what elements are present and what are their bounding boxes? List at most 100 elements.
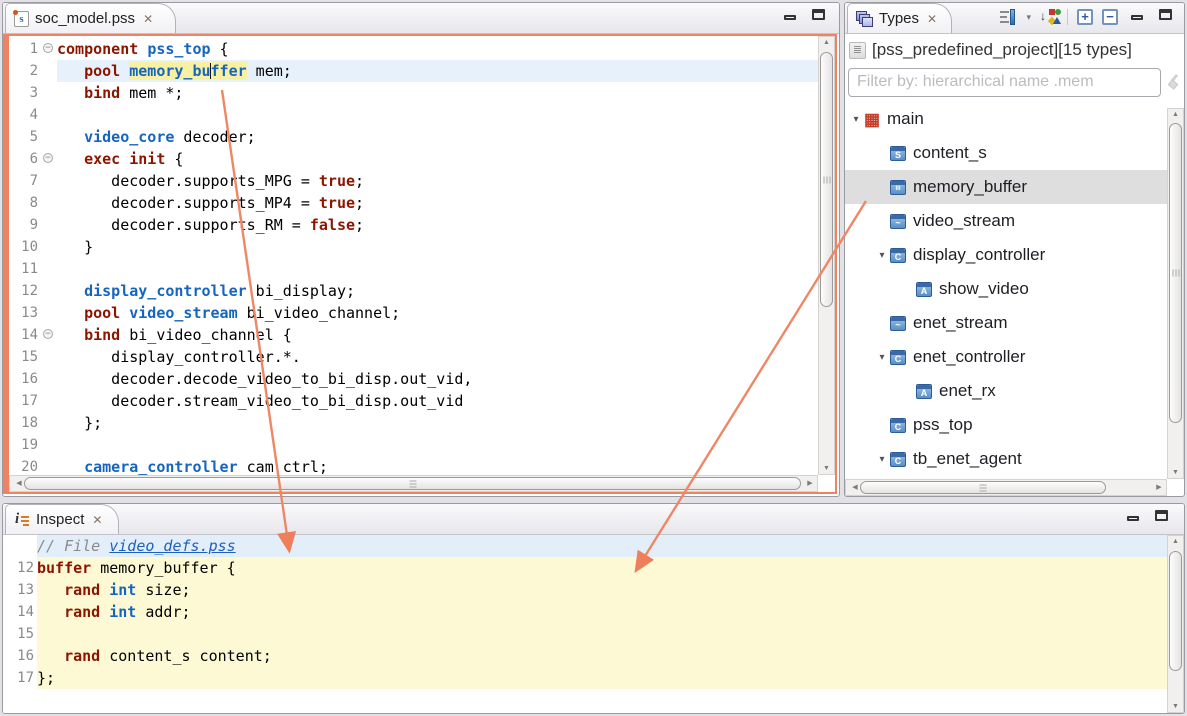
code-segment: bind: [84, 84, 120, 102]
inspect-file-line: // File video_defs.pss: [3, 535, 1167, 557]
types-vertical-scrollbar[interactable]: ▲ ▼: [1167, 108, 1184, 479]
fold-collapse-icon[interactable]: −: [43, 43, 53, 53]
scrollbar-thumb[interactable]: [820, 52, 833, 307]
editor-line: 6− exec init {: [9, 148, 818, 170]
types-horizontal-scrollbar[interactable]: ◀ ▶: [845, 479, 1167, 496]
scroll-up-icon[interactable]: ▲: [1168, 538, 1183, 545]
tree-item-show_video[interactable]: Ashow_video: [845, 272, 1167, 306]
code-segment: ;: [355, 194, 364, 212]
code-segment: [37, 647, 64, 665]
inspect-icon: i: [14, 512, 30, 528]
scroll-down-icon[interactable]: ▼: [819, 465, 834, 472]
tree-item-main[interactable]: ▾▦main: [845, 102, 1167, 136]
code-segment: decoder.supports_MP4 =: [57, 194, 319, 212]
code-text: decoder.stream_video_to_bi_disp.out_vid: [57, 390, 818, 412]
fold-column: [41, 170, 57, 192]
code-segment: ;: [355, 172, 364, 190]
editor-line: 1−component pss_top {: [9, 38, 818, 60]
tree-item-tb_enet_agent[interactable]: ▾Ctb_enet_agent: [845, 442, 1167, 476]
fold-column: −: [41, 38, 57, 60]
code-text: component pss_top {: [57, 38, 818, 60]
code-text: bind bi_video_channel {: [57, 324, 818, 346]
code-segment: mem;: [247, 62, 292, 80]
tree-item-display_controller[interactable]: ▾Cdisplay_controller: [845, 238, 1167, 272]
sort-grouping-icon[interactable]: [1040, 8, 1058, 26]
fold-collapse-icon[interactable]: −: [43, 153, 53, 163]
tree-item-video_stream[interactable]: ~video_stream: [845, 204, 1167, 238]
code-text: decoder.supports_RM = false;: [57, 214, 818, 236]
tab-soc-model[interactable]: s soc_model.pss ✕: [5, 3, 176, 33]
collapse-all-icon[interactable]: −: [1102, 9, 1118, 25]
fold-collapse-icon[interactable]: −: [43, 329, 53, 339]
editor-vertical-scrollbar[interactable]: ▲ ▼: [818, 36, 835, 475]
line-number: 3: [9, 82, 41, 104]
code-segment: [37, 603, 64, 621]
clear-filter-icon[interactable]: [1166, 74, 1182, 90]
code-segment: exec: [84, 150, 120, 168]
editor-code[interactable]: 1−component pss_top {2 pool memory_buffe…: [9, 36, 818, 475]
inspect-code[interactable]: // File video_defs.pss12buffer memory_bu…: [3, 535, 1167, 713]
minimize-icon[interactable]: [784, 15, 796, 20]
code-text: [57, 434, 818, 456]
editor-line: 14− bind bi_video_channel {: [9, 324, 818, 346]
scroll-right-icon[interactable]: ▶: [803, 476, 817, 491]
line-number: 9: [9, 214, 41, 236]
scroll-down-icon[interactable]: ▼: [1168, 469, 1183, 476]
inspect-panel: i Inspect ✕ // File video_defs.pss12buff…: [2, 503, 1185, 714]
toolbar-separator: [1067, 9, 1068, 25]
minimize-icon[interactable]: [1131, 15, 1143, 20]
tree-item-pss_top[interactable]: Cpss_top: [845, 408, 1167, 442]
scrollbar-thumb[interactable]: [1169, 123, 1182, 423]
editor-line: 18 };: [9, 412, 818, 434]
code-segment: ffer: [211, 62, 247, 80]
scroll-up-icon[interactable]: ▲: [819, 39, 834, 46]
scrollbar-thumb[interactable]: [24, 477, 801, 490]
code-text: rand int addr;: [37, 601, 1167, 623]
tree-item-content_s[interactable]: Scontent_s: [845, 136, 1167, 170]
tree-item-enet_rx[interactable]: Aenet_rx: [845, 374, 1167, 408]
code-segment: [138, 40, 147, 58]
code-segment: [57, 150, 84, 168]
close-icon[interactable]: ✕: [927, 12, 937, 26]
line-number: 2: [9, 60, 41, 82]
line-number: 13: [3, 579, 37, 601]
scrollbar-thumb[interactable]: [860, 481, 1106, 494]
code-text: [37, 623, 1167, 645]
editor-line: 9 decoder.supports_RM = false;: [9, 214, 818, 236]
scroll-down-icon[interactable]: ▼: [1168, 703, 1183, 710]
close-icon[interactable]: ✕: [92, 513, 102, 527]
tree-item-enet_stream[interactable]: ~enet_stream: [845, 306, 1167, 340]
inspect-vertical-scrollbar[interactable]: ▲ ▼: [1167, 535, 1184, 713]
tree-item-enet_controller[interactable]: ▾Cenet_controller: [845, 340, 1167, 374]
minimize-icon[interactable]: [1127, 516, 1139, 521]
tab-types[interactable]: Types ✕: [847, 3, 952, 33]
dropdown-icon[interactable]: ▾: [1026, 12, 1031, 23]
close-icon[interactable]: ✕: [143, 12, 153, 26]
line-number: 11: [9, 258, 41, 280]
maximize-icon[interactable]: [1155, 510, 1168, 521]
maximize-icon[interactable]: [812, 9, 825, 20]
filter-settings-icon[interactable]: [999, 8, 1017, 26]
editor-horizontal-scrollbar[interactable]: ◀ ▶: [9, 475, 818, 492]
expander-icon[interactable]: ▾: [875, 352, 889, 363]
expander-icon[interactable]: ▾: [875, 250, 889, 261]
editor-panel: s soc_model.pss ✕ 1−component pss_top {2…: [2, 2, 840, 497]
expander-icon[interactable]: ▾: [875, 454, 889, 465]
scrollbar-thumb[interactable]: [1169, 551, 1182, 671]
scroll-up-icon[interactable]: ▲: [1168, 111, 1183, 118]
scroll-right-icon[interactable]: ▶: [1152, 480, 1166, 495]
maximize-icon[interactable]: [1159, 9, 1172, 20]
code-segment: decoder.stream_video_to_bi_disp.out_vid: [57, 392, 463, 410]
code-segment: cam_ctrl;: [238, 458, 328, 475]
file-link[interactable]: video_defs.pss: [109, 537, 235, 555]
line-number: 4: [9, 104, 41, 126]
fold-column: [41, 368, 57, 390]
inspect-line: 12buffer memory_buffer {: [3, 557, 1167, 579]
types-header-label: [pss_predefined_project][15 types]: [872, 40, 1132, 60]
expand-all-icon[interactable]: +: [1077, 9, 1093, 25]
types-filter-row: [848, 66, 1182, 98]
tree-item-memory_buffer[interactable]: ΙΙΙmemory_buffer: [845, 170, 1167, 204]
expander-icon[interactable]: ▾: [849, 114, 863, 125]
tab-inspect[interactable]: i Inspect ✕: [5, 504, 119, 534]
filter-input[interactable]: [848, 68, 1161, 97]
